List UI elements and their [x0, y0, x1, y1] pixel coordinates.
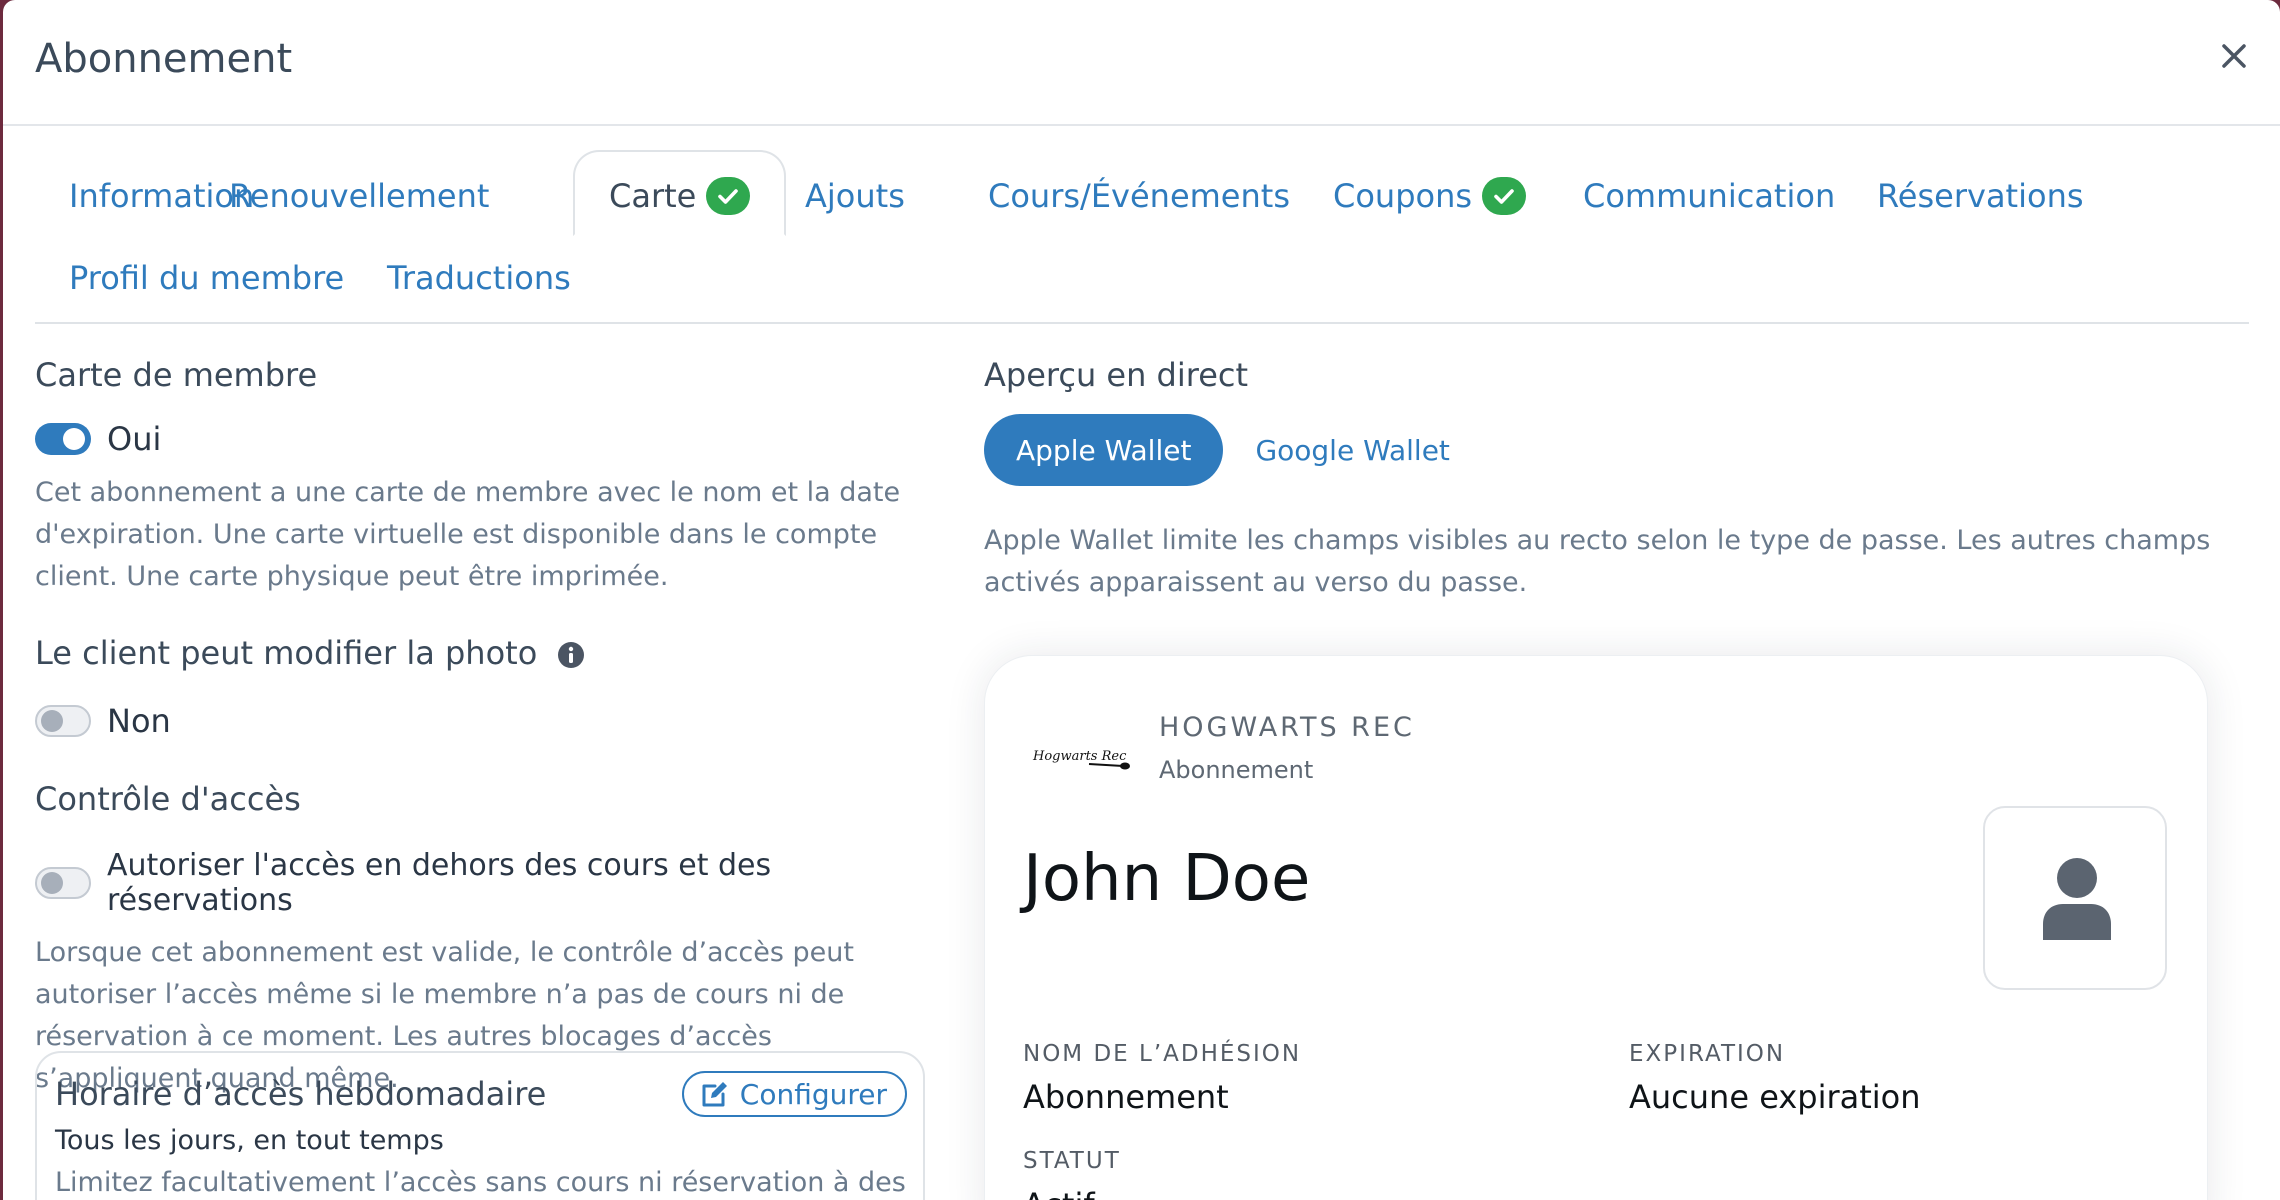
tab-label: Cours/Événements [988, 177, 1290, 215]
weekly-schedule-title: Horaire d’accès hebdomadaire [55, 1075, 547, 1113]
photo-toggle[interactable] [35, 705, 91, 737]
pass-member-name: John Doe [1023, 842, 1311, 916]
access-control-toggle[interactable] [35, 867, 91, 899]
logo-text: Hogwarts Rec [1032, 749, 1127, 764]
tab-label: Coupons [1333, 177, 1473, 215]
status-label: STATUT [1023, 1148, 1121, 1174]
pass-type: Abonnement [1159, 756, 1314, 784]
preview-help: Apple Wallet limite les champs visibles … [984, 525, 2211, 598]
tab-coupons[interactable]: Coupons [1299, 156, 1560, 236]
photo-row: Non [35, 702, 925, 740]
photo-title: Le client peut modifier la photo [35, 634, 925, 672]
weekly-schedule-card: Horaire d’accès hebdomadaire Configurer … [35, 1051, 925, 1200]
status-value: Actif [1023, 1186, 1095, 1200]
modal-title: Abonnement [35, 36, 293, 82]
member-card-row: Oui [35, 420, 925, 458]
check-circle-icon [706, 177, 751, 215]
tab-label: Communication [1583, 177, 1836, 215]
tab-cours-evenements[interactable]: Cours/Événements [954, 156, 1324, 236]
configure-button[interactable]: Configurer [681, 1071, 907, 1117]
expiration-value: Aucune expiration [1629, 1078, 1921, 1116]
tab-label: Profil du membre [69, 259, 345, 297]
member-card-help: Cet abonnement a une carte de membre ave… [35, 477, 901, 592]
card-settings: Carte de membre Oui Cet abonnement a une… [35, 356, 925, 1100]
access-control-title: Contrôle d'accès [35, 780, 301, 818]
user-icon [2043, 858, 2111, 940]
expiration-label: EXPIRATION [1629, 1041, 1786, 1067]
tab-label: Ajouts [805, 177, 905, 215]
tab-carte[interactable]: Carte [573, 150, 787, 236]
live-preview: Aperçu en direct Apple Wallet Google Wal… [984, 356, 2244, 604]
member-card-toggle[interactable] [35, 423, 91, 455]
organization-logo: Hogwarts Rec [1032, 749, 1130, 770]
member-card-toggle-label: Oui [107, 420, 162, 458]
info-icon[interactable] [557, 641, 585, 669]
tab-label: Traductions [387, 259, 571, 297]
toggle-knob [41, 872, 63, 894]
member-card-title: Carte de membre [35, 356, 318, 394]
tab-communication[interactable]: Communication [1549, 156, 1869, 236]
toggle-knob [63, 428, 85, 450]
tab-ajouts[interactable]: Ajouts [771, 156, 939, 236]
tab-reservations[interactable]: Réservations [1843, 156, 2118, 236]
apple-wallet-button[interactable]: Apple Wallet [984, 414, 1224, 486]
tab-profil-du-membre[interactable]: Profil du membre [35, 238, 378, 318]
wallet-switch: Apple Wallet Google Wallet [984, 414, 2244, 486]
close-icon [2222, 44, 2246, 68]
tab-bar: Information Renouvellement Carte Ajouts … [35, 150, 2249, 324]
preview-title: Aperçu en direct [984, 356, 1249, 394]
google-wallet-button[interactable]: Google Wallet [1223, 414, 1481, 486]
check-circle-icon [1482, 177, 1527, 215]
membership-value: Abonnement [1023, 1078, 1229, 1116]
subscription-modal: Abonnement Information Renouvellement Ca… [3, 0, 2280, 1200]
close-button[interactable] [2210, 32, 2258, 80]
weekly-schedule-summary: Tous les jours, en tout temps [55, 1125, 444, 1156]
tab-traductions[interactable]: Traductions [353, 238, 605, 318]
pass-organization: HOGWARTS REC [1159, 712, 1415, 743]
configure-label: Configurer [739, 1077, 887, 1111]
access-control-toggle-label: Autoriser l'accès en dehors des cours et… [107, 848, 772, 918]
pass-photo [1983, 806, 2167, 990]
weekly-schedule-help: Limitez facultativement l’accès sans cou… [55, 1167, 906, 1198]
tab-label: Renouvellement [229, 177, 490, 215]
photo-toggle-label: Non [107, 702, 171, 740]
photo-title-text: Le client peut modifier la photo [35, 634, 538, 672]
modal-header: Abonnement [3, 0, 2280, 126]
edit-icon [702, 1082, 727, 1107]
access-control-row: Autoriser l'accès en dehors des cours et… [35, 848, 925, 918]
membership-label: NOM DE L’ADHÉSION [1023, 1041, 1302, 1067]
tab-label: Réservations [1877, 177, 2084, 215]
toggle-knob [41, 710, 63, 732]
tab-label: Carte [609, 177, 697, 215]
wallet-pass-preview: Hogwarts Rec HOGWARTS REC Abonnement Joh… [984, 655, 2208, 1200]
tab-renouvellement[interactable]: Renouvellement [195, 156, 523, 236]
